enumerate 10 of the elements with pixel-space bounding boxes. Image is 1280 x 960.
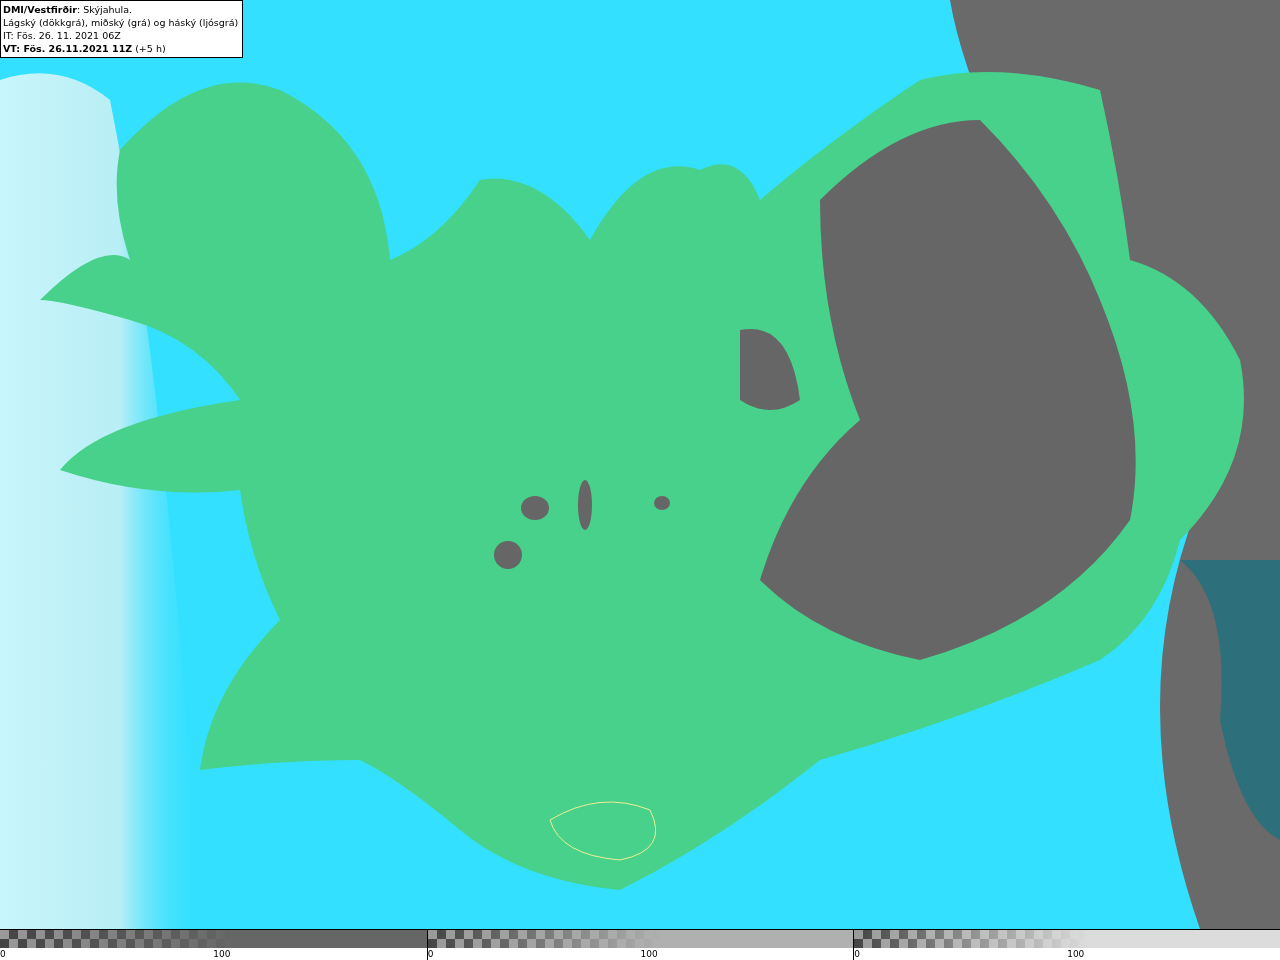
tick-label: 0 [854,948,862,960]
tick-label: 0 [0,948,7,960]
tick-label: 0 [427,948,435,960]
legend-text: IT: Fös. 26. 11. 2021 06Z [3,29,122,42]
tick-label: 100 [213,948,231,960]
tick-label: 100 [640,948,658,960]
legend-text: VT: Fös. 26.11.2021 11Z (+5 h) [3,42,167,55]
tick-label: 100 [1067,948,1085,960]
legend-text: Lágský (dökkgrá), miðský (grá) og háský (ljósgrá) [3,16,239,29]
legend-text: DMI/Vestfirðir: Skýjahula. [3,3,134,16]
